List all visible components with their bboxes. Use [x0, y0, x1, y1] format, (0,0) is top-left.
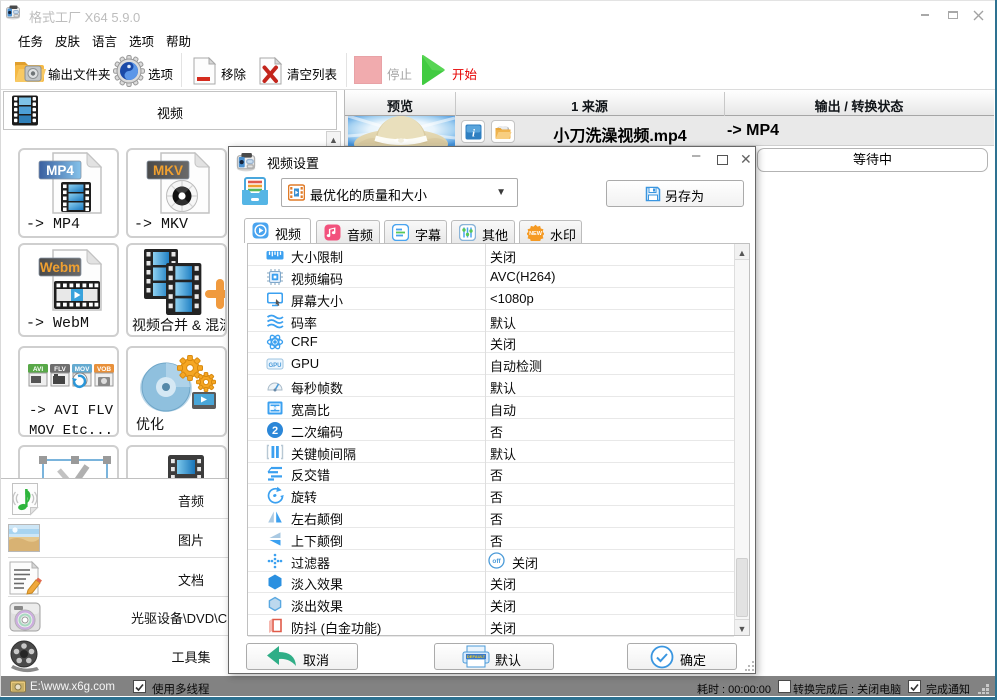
svg-text:FLV: FLV [54, 366, 66, 373]
svg-text:VOB: VOB [97, 366, 111, 373]
svg-text:off: off [492, 558, 501, 565]
svg-text:NEW: NEW [529, 231, 543, 237]
svg-text:Webm: Webm [40, 260, 80, 275]
svg-text:2: 2 [272, 425, 278, 437]
svg-text:GPU: GPU [268, 363, 281, 369]
svg-text:MKV: MKV [153, 163, 183, 178]
svg-text:DEFAULT: DEFAULT [467, 654, 486, 659]
svg-text:MP4: MP4 [46, 163, 74, 178]
svg-text:MOV: MOV [75, 366, 90, 373]
svg-text:AVI: AVI [33, 366, 44, 373]
